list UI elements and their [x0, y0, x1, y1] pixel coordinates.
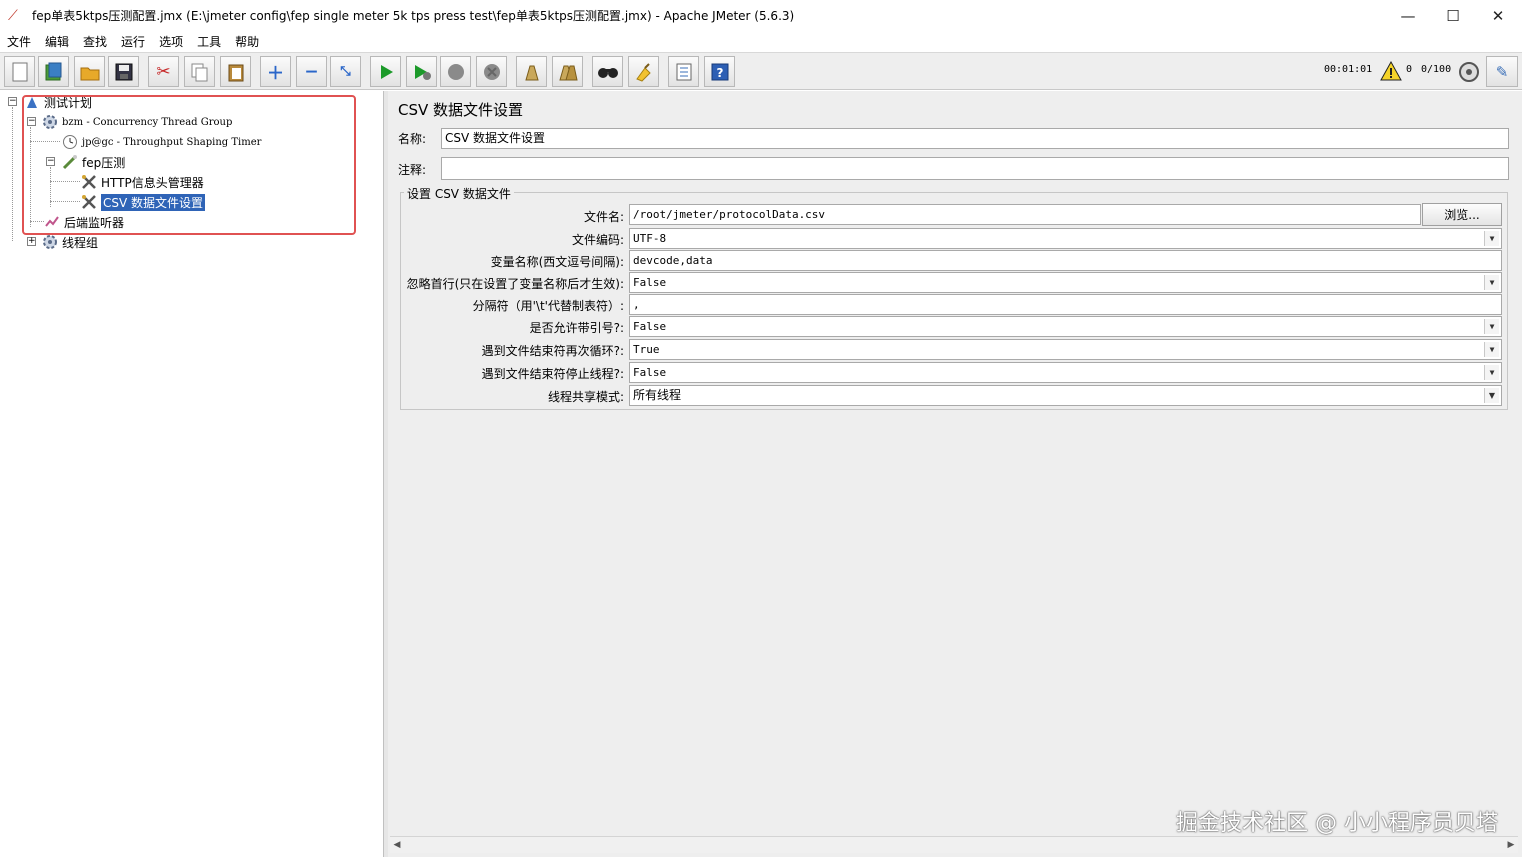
sharing-mode-label: 线程共享模式:: [547, 390, 624, 404]
stop-thread-eof-label: 遇到文件结束符停止线程?:: [481, 367, 624, 381]
window-title: fep单表5ktps压测配置.jmx (E:\jmeter config\fep…: [32, 9, 795, 23]
function-helper-icon[interactable]: [668, 56, 699, 87]
menu-options[interactable]: 选项: [159, 33, 183, 50]
jmeter-feather-icon: ⟋: [8, 7, 18, 24]
start-icon[interactable]: [370, 56, 401, 87]
delimiter-label: 分隔符（用'\t'代替制表符）:: [472, 299, 624, 313]
start-no-pause-icon[interactable]: [406, 56, 437, 87]
expand-thread-group[interactable]: +: [27, 237, 36, 246]
chevron-down-icon[interactable]: ▼: [1484, 342, 1499, 357]
save-icon[interactable]: [108, 56, 139, 87]
menu-tools[interactable]: 工具: [197, 33, 221, 50]
variable-names-label: 变量名称(西文逗号间隔):: [490, 255, 624, 269]
chevron-down-icon[interactable]: ▼: [1484, 275, 1499, 290]
collapse-icon[interactable]: −: [296, 56, 327, 87]
paste-icon[interactable]: [220, 56, 251, 87]
close-button[interactable]: ✕: [1475, 0, 1521, 31]
annotation-highlight-box: [22, 95, 356, 235]
filename-input[interactable]: /root/jmeter/protocolData.csv: [629, 204, 1421, 225]
stop-thread-eof-select[interactable]: False ▼: [629, 362, 1502, 383]
minimize-button[interactable]: —: [1385, 0, 1431, 31]
encoding-select[interactable]: UTF-8 ▼: [629, 228, 1502, 249]
chevron-down-icon[interactable]: ▼: [1484, 319, 1499, 334]
chevron-down-icon[interactable]: ▼: [1484, 388, 1499, 403]
watermark: 掘金技术社区 @ 小小程序员贝塔: [1176, 811, 1498, 836]
chevron-down-icon[interactable]: ▼: [1484, 365, 1499, 380]
sharing-mode-select[interactable]: 所有线程 ▼: [629, 385, 1502, 406]
delimiter-input[interactable]: ,: [629, 294, 1502, 315]
scroll-left-icon[interactable]: ◀: [390, 837, 404, 853]
menu-search[interactable]: 查找: [83, 33, 107, 50]
clear-icon[interactable]: [516, 56, 547, 87]
toggle-icon[interactable]: ⤡: [330, 56, 361, 87]
warning-count: 0: [1406, 64, 1413, 75]
gear-icon: [42, 234, 58, 250]
ignore-first-line-select[interactable]: False ▼: [629, 272, 1502, 293]
title-bar: ⟋ fep单表5ktps压测配置.jmx (E:\jmeter config\f…: [0, 0, 1522, 31]
thread-count: 0/100: [1421, 64, 1452, 75]
allow-quoted-select[interactable]: False ▼: [629, 316, 1502, 337]
horizontal-scrollbar[interactable]: ◀ ▶: [390, 836, 1518, 853]
browse-button[interactable]: 浏览...: [1422, 203, 1502, 226]
reset-search-icon[interactable]: [628, 56, 659, 87]
variable-names-input[interactable]: devcode,data: [629, 250, 1502, 271]
expand-icon[interactable]: ＋: [260, 56, 291, 87]
menu-help[interactable]: 帮助: [235, 33, 259, 50]
remote-status-icon: [1458, 61, 1480, 86]
filename-label: 文件名:: [583, 210, 624, 224]
tree-node-thread-group-2[interactable]: 线程组: [42, 232, 98, 252]
field-labels: 文件名: 文件编码: 变量名称(西文逗号间隔): 忽略首行(只在设置了变量名称后…: [402, 91, 624, 411]
log-viewer-icon[interactable]: ✎: [1486, 56, 1518, 87]
stop-icon[interactable]: [440, 56, 471, 87]
ignore-first-line-label: 忽略首行(只在设置了变量名称后才生效):: [406, 277, 624, 291]
maximize-button[interactable]: ☐: [1430, 0, 1476, 31]
new-icon[interactable]: [4, 56, 35, 87]
encoding-label: 文件编码:: [571, 233, 624, 247]
shutdown-icon[interactable]: [476, 56, 507, 87]
scroll-right-icon[interactable]: ▶: [1504, 837, 1518, 853]
menu-bar: 文件 编辑 查找 运行 选项 工具 帮助: [0, 31, 1522, 52]
warning-icon[interactable]: [1380, 60, 1402, 84]
elapsed-time: 00:01:01: [1324, 64, 1373, 75]
csv-config-panel: CSV 数据文件设置 名称: CSV 数据文件设置 注释: 设置 CSV 数据文…: [388, 91, 1522, 857]
recycle-eof-select[interactable]: True ▼: [629, 339, 1502, 360]
open-icon[interactable]: [74, 56, 105, 87]
search-icon[interactable]: [592, 56, 623, 87]
help-icon[interactable]: ?: [704, 56, 735, 87]
toolbar: ✂ ＋ − ⤡ ? 00:01:01 0 0/100 ✎: [0, 52, 1522, 90]
chevron-down-icon[interactable]: ▼: [1484, 231, 1499, 246]
allow-quoted-label: 是否允许带引号?:: [529, 321, 624, 335]
collapse-test-plan[interactable]: −: [8, 97, 17, 106]
copy-icon[interactable]: [184, 56, 215, 87]
menu-edit[interactable]: 编辑: [45, 33, 69, 50]
recycle-eof-label: 遇到文件结束符再次循环?:: [481, 344, 624, 358]
templates-icon[interactable]: [38, 56, 69, 87]
menu-run[interactable]: 运行: [121, 33, 145, 50]
cut-icon[interactable]: ✂: [148, 56, 179, 87]
clear-all-icon[interactable]: [552, 56, 583, 87]
svg-text:?: ?: [716, 66, 723, 80]
menu-file[interactable]: 文件: [7, 33, 31, 50]
